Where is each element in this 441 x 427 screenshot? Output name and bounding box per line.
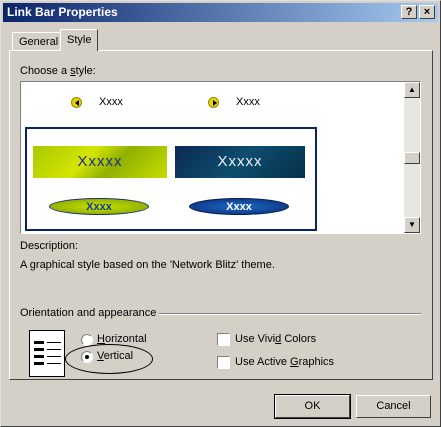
style-option-text: Xxxx (236, 96, 260, 108)
description-label: Description: (20, 240, 79, 252)
use-active-graphics-label[interactable]: Use Active Graphics (235, 356, 334, 368)
orientation-label: Orientation and appearance (20, 307, 157, 319)
help-button[interactable]: ? (401, 5, 417, 19)
selected-style-highlight[interactable] (25, 127, 317, 231)
use-vivid-colors-label[interactable]: Use Vivid Colors (235, 333, 316, 345)
network-blitz-green-pill: Xxxx (49, 198, 149, 215)
ok-button[interactable]: OK (274, 394, 351, 419)
window-title: Link Bar Properties (7, 5, 118, 19)
left-arrow-bullet-icon (71, 97, 82, 108)
use-vivid-colors-checkbox[interactable] (217, 333, 230, 346)
tab-general-label: General (19, 36, 59, 48)
scroll-down-arrow-icon[interactable]: ▼ (404, 217, 420, 233)
cancel-button[interactable]: Cancel (356, 395, 431, 418)
style-listbox[interactable]: Xxxx Xxxx Xxxxx Xxxxx Xxxx Xxxx ▲ ▼ (20, 81, 421, 234)
scroll-thumb[interactable] (404, 152, 420, 164)
choose-style-label: Choose a style: (20, 65, 96, 77)
tab-general[interactable]: General (12, 32, 66, 50)
vertical-highlight-ellipse (65, 344, 153, 374)
use-active-graphics-checkbox[interactable] (217, 356, 230, 369)
description-text: A graphical style based on the 'Network … (20, 259, 275, 271)
close-button[interactable]: × (419, 5, 435, 19)
network-blitz-blue-pill: Xxxx (189, 198, 289, 215)
network-blitz-blue-banner: Xxxxx (175, 146, 305, 178)
tab-style-label: Style (67, 34, 92, 46)
right-arrow-bullet-icon (208, 97, 219, 108)
network-blitz-green-banner: Xxxxx (33, 146, 167, 178)
vertical-scrollbar[interactable]: ▲ ▼ (404, 82, 420, 233)
title-bar[interactable]: Link Bar Properties (3, 3, 438, 22)
style-option-text: Xxxx (99, 96, 123, 108)
orientation-preview-icon (29, 330, 65, 377)
scroll-up-arrow-icon[interactable]: ▲ (404, 82, 420, 98)
group-divider (159, 313, 421, 315)
tab-style[interactable]: Style (60, 29, 99, 51)
dialog-window: Link Bar Properties ? × General Style Ch… (0, 0, 441, 427)
